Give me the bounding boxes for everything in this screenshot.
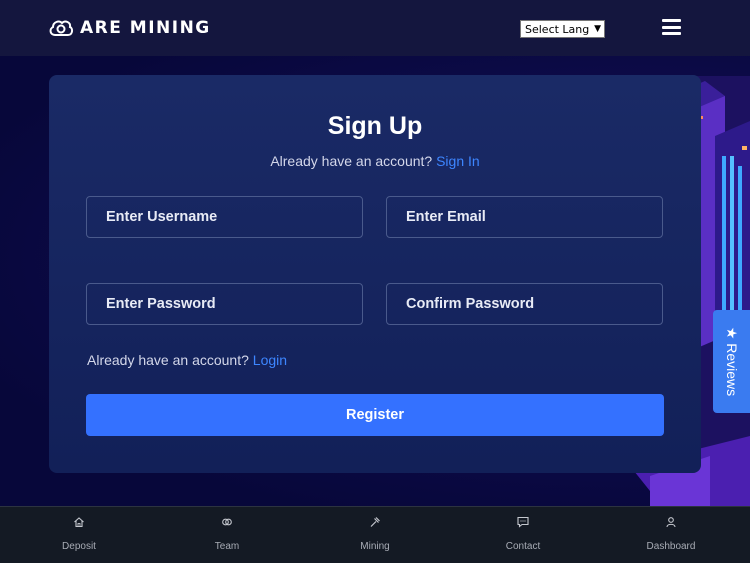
signin-prompt: Already have an account? Sign In [0, 153, 750, 169]
home-icon [74, 517, 84, 528]
nav-label-contact: Contact [505, 541, 541, 552]
cloud-logo-icon [49, 20, 74, 36]
login-link[interactable]: Login [253, 352, 287, 368]
signin-link[interactable]: Sign In [436, 153, 480, 169]
language-select[interactable]: Select Lang ▼ [520, 20, 605, 38]
chat-icon [517, 516, 529, 528]
chevron-down-icon: ▼ [594, 24, 601, 34]
nav-item-deposit[interactable]: Deposit [4, 507, 154, 563]
top-bar: ARE MINING Select Lang ▼ [0, 0, 750, 56]
page-title: Sign Up [327, 112, 423, 140]
nav-item-mining[interactable]: Mining [300, 507, 450, 563]
username-field[interactable]: Enter Username [86, 196, 363, 238]
reviews-tab-label: ★ Reviews [724, 326, 740, 397]
login-prompt: Already have an account? Login [87, 352, 287, 368]
nav-label-mining: Mining [360, 541, 390, 552]
email-field[interactable]: Enter Email [386, 196, 663, 238]
confirm-password-field[interactable]: Confirm Password [386, 283, 663, 325]
brand-name: ARE MINING [80, 18, 211, 38]
nav-item-dashboard[interactable]: Dashboard [596, 507, 746, 563]
password-field[interactable]: Enter Password [86, 283, 363, 325]
signin-prompt-text: Already have an account? [270, 153, 433, 169]
reviews-tab[interactable]: ★ Reviews [713, 310, 750, 413]
nav-label-deposit: Deposit [62, 541, 96, 552]
login-prompt-text: Already have an account? [87, 352, 249, 368]
register-button[interactable]: Register [86, 394, 664, 436]
user-icon [666, 517, 676, 528]
nav-label-team: Team [214, 541, 240, 552]
hamburger-icon[interactable] [662, 19, 681, 35]
brand-logo[interactable]: ARE MINING [48, 17, 211, 39]
language-select-value: Select Lang [525, 22, 590, 36]
hammer-icon [370, 517, 380, 527]
bottom-nav: Deposit Team Mining Contact Dashboard [0, 506, 750, 563]
team-icon [222, 518, 232, 526]
nav-item-contact[interactable]: Contact [448, 507, 598, 563]
nav-label-dashboard: Dashboard [646, 541, 696, 552]
nav-item-team[interactable]: Team [152, 507, 302, 563]
